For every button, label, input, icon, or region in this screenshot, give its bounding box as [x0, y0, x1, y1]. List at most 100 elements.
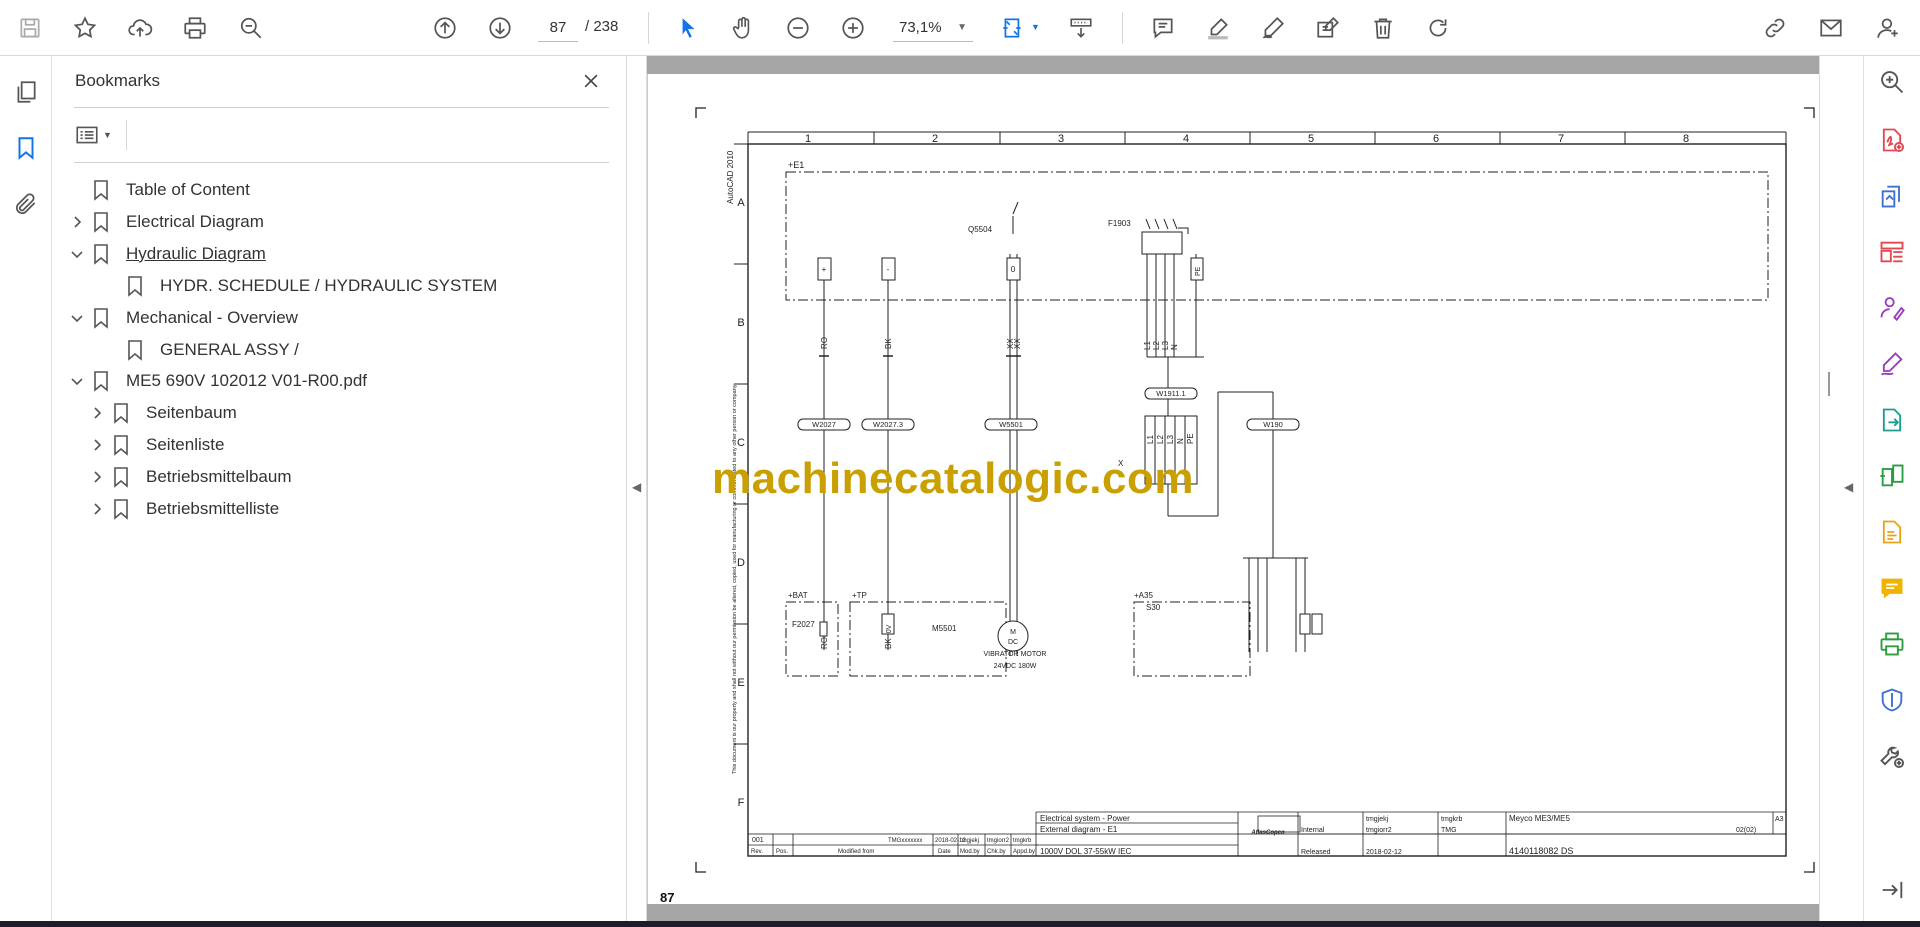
chevron-right-icon[interactable]	[66, 211, 88, 233]
wire-color-label: RO	[820, 637, 829, 649]
bookmark-item[interactable]: Betriebsmittelbaum	[86, 462, 292, 492]
phase-label: L2	[1156, 435, 1165, 444]
bookmark-item[interactable]: Hydraulic Diagram	[66, 239, 266, 269]
link-icon[interactable]	[1757, 10, 1793, 46]
bookmark-label: Seitenbaum	[146, 403, 237, 423]
collapse-left-icon[interactable]: ◀	[632, 480, 641, 494]
doc-number: 4140118082 DS	[1509, 846, 1573, 856]
owner-value: TMG	[1441, 827, 1457, 834]
star-icon[interactable]	[67, 10, 103, 46]
comment-tool-icon[interactable]	[1876, 572, 1908, 604]
scroll-mode-icon[interactable]	[1063, 10, 1099, 46]
hand-icon[interactable]	[725, 10, 761, 46]
zoom-level-dropdown[interactable]: 73,1% ▼	[893, 14, 973, 42]
chevron-down-icon[interactable]	[66, 370, 88, 392]
page-thumbnails-icon[interactable]	[10, 76, 42, 108]
panel-collapse-strip[interactable]: ◀	[627, 56, 647, 921]
zoom-in-icon[interactable]	[835, 10, 871, 46]
bookmark-item[interactable]: Mechanical - Overview	[66, 303, 298, 333]
resp-value: tmgiorr2	[1366, 827, 1392, 834]
more-tools-icon[interactable]	[1876, 740, 1908, 772]
search-zoom-icon[interactable]	[233, 10, 269, 46]
rotate-icon[interactable]	[1420, 10, 1456, 46]
select-arrow-icon[interactable]	[670, 10, 706, 46]
terminal-plus-label: +	[822, 265, 827, 274]
row-letter: A	[737, 197, 745, 209]
fit-dropdown-chevron-icon[interactable]: ▼	[1031, 22, 1040, 32]
edit-text-icon[interactable]	[1310, 10, 1346, 46]
zoom-search-icon[interactable]	[1876, 66, 1908, 98]
e1-label: +E1	[788, 160, 804, 170]
chevron-right-icon[interactable]	[86, 402, 108, 424]
zoom-out-icon[interactable]	[780, 10, 816, 46]
expand-tools-icon[interactable]: ◀	[1844, 480, 1853, 494]
page-up-icon[interactable]	[427, 10, 463, 46]
s30-label: S30	[1146, 603, 1161, 612]
request-signatures-icon[interactable]	[1876, 292, 1908, 324]
print-production-icon[interactable]	[1876, 628, 1908, 660]
bookmark-item[interactable]: GENERAL ASSY /	[100, 335, 299, 365]
edit-pdf-icon[interactable]	[1876, 516, 1908, 548]
bat-label: +BAT	[788, 591, 808, 600]
q5504-label: Q5504	[968, 225, 993, 234]
phase-label: L3	[1161, 341, 1170, 350]
account-icon[interactable]	[1870, 10, 1906, 46]
fill-sign-icon[interactable]	[1876, 348, 1908, 380]
attachments-icon[interactable]	[10, 188, 42, 220]
row-letter: B	[737, 317, 744, 329]
cable-label: W2027	[812, 420, 836, 429]
fit-page-icon[interactable]	[995, 10, 1031, 46]
save-icon[interactable]	[12, 10, 48, 46]
wire-color-label: BK	[884, 638, 893, 649]
bookmark-label: Mechanical - Overview	[126, 307, 298, 327]
bookmark-item[interactable]: Seitenbaum	[86, 398, 237, 428]
resize-grip[interactable]	[1828, 372, 1830, 396]
document-viewer[interactable]: 1 2 3 4 5 6 7 8 A B C D E F AutoCAD 2010…	[647, 56, 1831, 921]
phase-label: N	[1176, 438, 1185, 444]
chevron-down-icon[interactable]	[66, 307, 88, 329]
combine-files-icon[interactable]	[1876, 180, 1908, 212]
bookmark-label: Betriebsmittelliste	[146, 499, 280, 518]
collapse-tools-icon[interactable]	[1876, 874, 1908, 906]
chevron-down-icon[interactable]	[66, 243, 88, 265]
cloud-upload-icon[interactable]	[122, 10, 158, 46]
pe-label: PE	[1186, 433, 1195, 444]
page-number-input[interactable]	[538, 14, 578, 42]
chevron-right-icon[interactable]	[86, 434, 108, 456]
close-icon[interactable]	[576, 66, 606, 96]
motor-spec-label: 24VDC 180W	[994, 663, 1037, 670]
status-value: Released	[1301, 849, 1331, 856]
bookmark-item[interactable]: Electrical Diagram	[66, 207, 264, 237]
sign-icon[interactable]	[1255, 10, 1291, 46]
chevron-right-icon[interactable]	[86, 466, 108, 488]
delete-icon[interactable]	[1365, 10, 1401, 46]
export-pdf-icon[interactable]	[1876, 404, 1908, 436]
comment-icon[interactable]	[1145, 10, 1181, 46]
highlight-icon[interactable]	[1200, 10, 1236, 46]
phase-label: L1	[1146, 435, 1155, 444]
organize-pages-icon[interactable]	[1876, 236, 1908, 268]
bookmark-label: Table of Content	[126, 180, 250, 199]
chevron-right-icon[interactable]	[86, 498, 108, 520]
bookmark-item[interactable]: Betriebsmittelliste	[86, 494, 279, 524]
wire-color-label: RO	[820, 337, 829, 349]
wire-color-label: BK	[884, 338, 893, 349]
bookmark-item[interactable]: Seitenliste	[86, 430, 224, 460]
wire-color-label: XX	[1013, 338, 1022, 349]
create-pdf-icon[interactable]	[1876, 124, 1908, 156]
page-down-icon[interactable]	[482, 10, 518, 46]
bookmark-options-button[interactable]: ▼	[74, 120, 124, 150]
bookmark-panel-icon[interactable]	[10, 132, 42, 164]
bookmark-item[interactable]: HYDR. SCHEDULE / HYDRAULIC SYSTEM	[100, 271, 497, 301]
previous-page-edge	[647, 56, 1819, 74]
print-icon[interactable]	[177, 10, 213, 46]
compare-files-icon[interactable]	[1876, 460, 1908, 492]
tools-pane-strip[interactable]: ◀	[1819, 56, 1863, 921]
page-total: / 238	[585, 18, 619, 35]
mail-icon[interactable]	[1813, 10, 1849, 46]
bookmark-item[interactable]: ME5 690V 102012 V01-R00.pdf	[66, 366, 367, 396]
bookmark-item[interactable]: Table of Content	[66, 175, 250, 205]
protect-icon[interactable]	[1876, 684, 1908, 716]
bookmark-icon	[108, 465, 134, 489]
